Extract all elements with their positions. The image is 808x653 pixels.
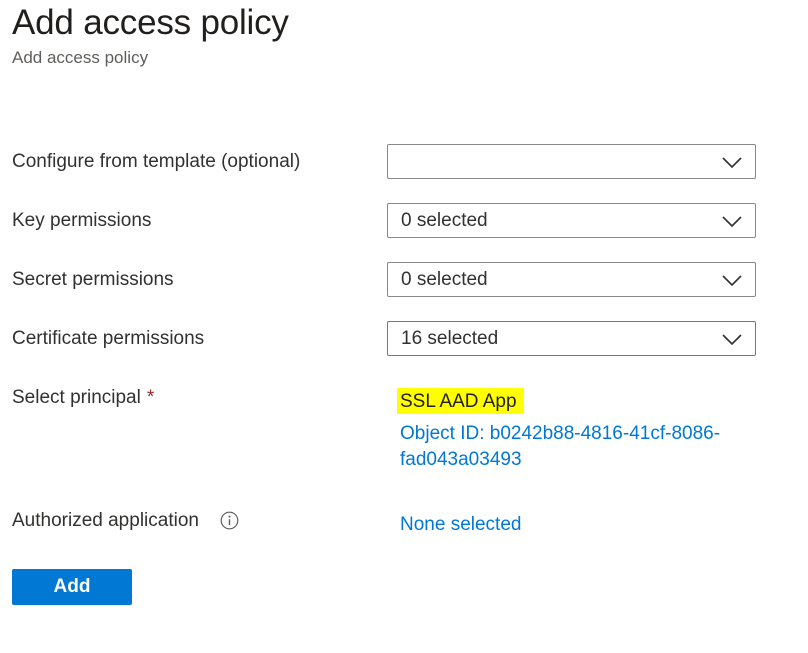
chevron-down-icon xyxy=(722,157,742,169)
certificate-permissions-dropdown[interactable]: 16 selected xyxy=(387,321,756,356)
principal-object-id-line1[interactable]: Object ID: b0242b88-4816-41cf-8086- xyxy=(400,421,720,447)
template-label: Configure from template (optional) xyxy=(12,151,301,172)
secret-permissions-label: Secret permissions xyxy=(12,269,174,290)
key-permissions-label: Key permissions xyxy=(12,210,152,231)
required-marker: * xyxy=(146,387,155,408)
add-access-policy-page: Add access policy Add access policy Conf… xyxy=(0,0,808,653)
chevron-down-icon xyxy=(722,216,742,228)
template-dropdown[interactable] xyxy=(387,144,756,179)
page-title: Add access policy xyxy=(12,3,289,42)
select-principal-label-text: Select principal xyxy=(12,387,141,408)
certificate-permissions-label: Certificate permissions xyxy=(12,328,205,349)
key-permissions-value: 0 selected xyxy=(401,210,488,231)
selected-principal-name[interactable]: SSL AAD App xyxy=(397,388,524,414)
select-principal-label: Select principal * xyxy=(12,386,154,410)
secret-permissions-dropdown[interactable]: 0 selected xyxy=(387,262,756,297)
certificate-permissions-value: 16 selected xyxy=(401,328,499,349)
authorized-application-link[interactable]: None selected xyxy=(400,512,521,538)
authorized-application-label: Authorized application xyxy=(12,510,199,531)
secret-permissions-value: 0 selected xyxy=(401,269,488,290)
add-button[interactable]: Add xyxy=(12,569,132,605)
principal-object-id-line2[interactable]: fad043a03493 xyxy=(400,447,522,473)
page-subtitle: Add access policy xyxy=(12,48,149,67)
chevron-down-icon xyxy=(722,275,742,287)
key-permissions-dropdown[interactable]: 0 selected xyxy=(387,203,756,238)
chevron-down-icon xyxy=(722,334,742,346)
info-icon[interactable] xyxy=(220,511,239,530)
